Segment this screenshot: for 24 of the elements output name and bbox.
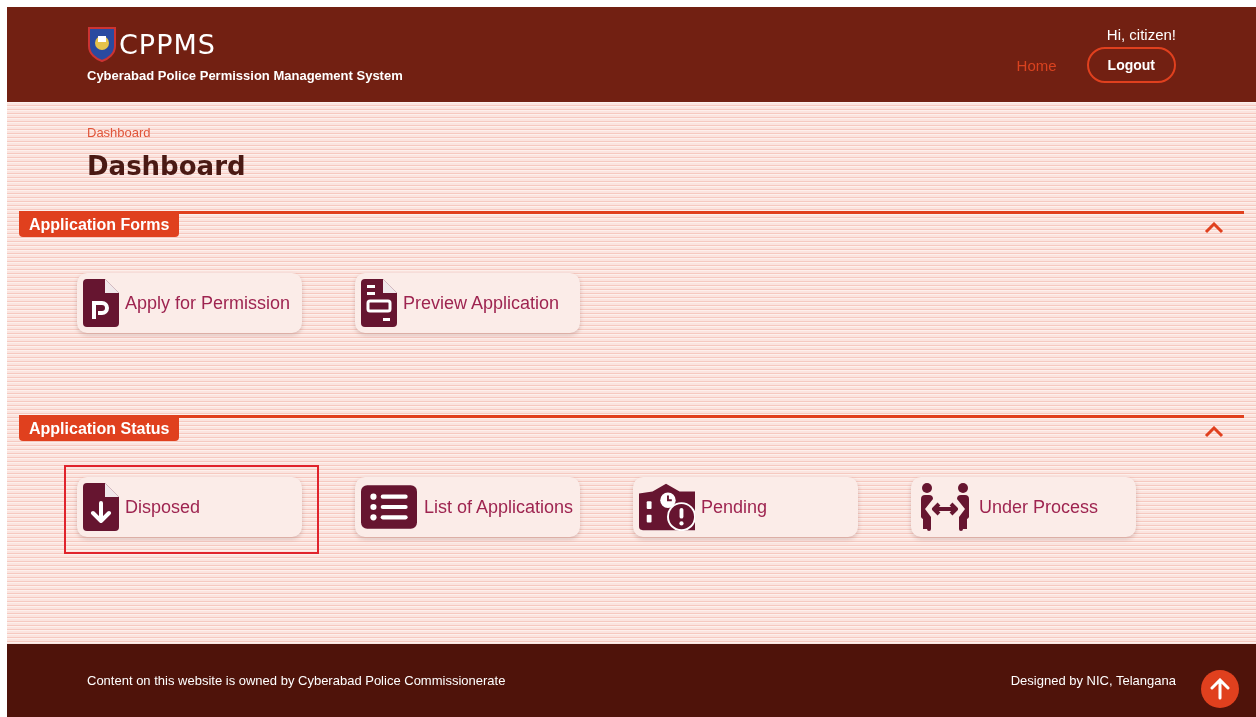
document-icon [83, 279, 119, 327]
logout-button[interactable]: Logout [1086, 47, 1176, 83]
dashboard-tile[interactable]: Preview Application [355, 273, 580, 333]
chevron-up-icon[interactable] [1204, 222, 1224, 234]
document-download-icon [83, 483, 119, 531]
dashboard-tile[interactable]: Apply for Permission [77, 273, 302, 333]
dashboard-tile[interactable]: Pending [633, 477, 858, 537]
footer-credit: Designed by NIC, Telangana [1010, 673, 1176, 688]
emblem-icon [87, 26, 117, 62]
site-subtitle: Cyberabad Police Permission Management System [87, 68, 403, 83]
section-title: Application Status [19, 418, 180, 441]
greeting: Hi, citizen! [1106, 26, 1176, 43]
footer-text: Content on this website is owned by Cyberabad Police Commissionerate [87, 673, 506, 688]
logo-text: CPPMS [119, 28, 216, 60]
dashboard-tile[interactable]: List of Applications [355, 477, 580, 537]
dashboard-tile[interactable]: Disposed [77, 477, 302, 537]
dashboard-tile[interactable]: Under Process [911, 477, 1136, 537]
building-alert-icon [639, 483, 695, 531]
document-icon [361, 279, 397, 327]
section-title: Application Forms [19, 214, 180, 237]
chevron-up-icon[interactable] [1204, 426, 1224, 438]
arrow-up-icon [1210, 678, 1230, 700]
list-icon [361, 483, 417, 531]
page-title: Dashboard [87, 151, 247, 181]
